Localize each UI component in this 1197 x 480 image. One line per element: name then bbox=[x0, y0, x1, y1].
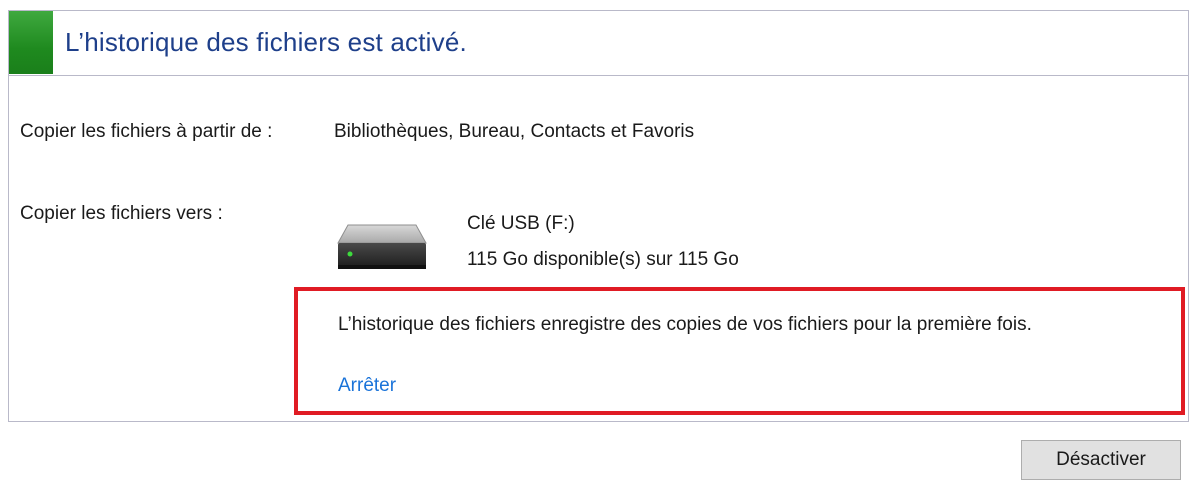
file-history-panel: L’historique des fichiers est activé. Co… bbox=[8, 10, 1189, 422]
status-indicator bbox=[9, 11, 53, 74]
copy-from-value: Bibliothèques, Bureau, Contacts et Favor… bbox=[334, 121, 695, 142]
status-header: L’historique des fichiers est activé. bbox=[9, 11, 1188, 76]
notice-box: L’historique des fichiers enregistre des… bbox=[294, 287, 1185, 415]
drive-name: Clé USB (F:) bbox=[467, 213, 575, 234]
drive-space: 115 Go disponible(s) sur 115 Go bbox=[467, 249, 739, 270]
disable-button[interactable]: Désactiver bbox=[1021, 440, 1181, 480]
status-title: L’historique des fichiers est activé. bbox=[65, 27, 467, 57]
notice-message: L’historique des fichiers enregistre des… bbox=[338, 314, 1032, 335]
hard-drive-icon bbox=[337, 224, 427, 269]
stop-link[interactable]: Arrêter bbox=[338, 370, 396, 401]
copy-to-label: Copier les fichiers vers : bbox=[20, 203, 223, 224]
copy-from-label: Copier les fichiers à partir de : bbox=[20, 121, 273, 142]
